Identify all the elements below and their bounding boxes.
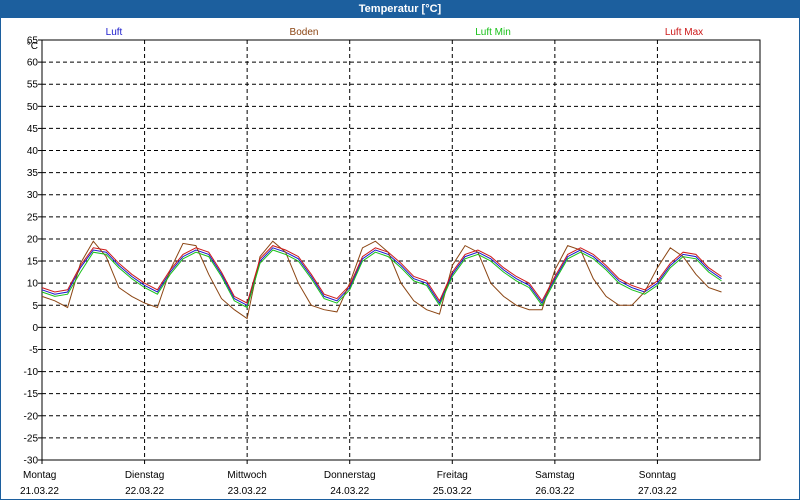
y-tick-label: 15 [27, 257, 39, 268]
y-tick-label: 0 [32, 323, 38, 334]
y-tick-label: -25 [24, 433, 39, 444]
x-tick-day: Freitag [437, 470, 468, 481]
x-tick-date: 24.03.22 [330, 486, 369, 497]
y-tick-label: 30 [27, 190, 39, 201]
x-tick-date: 21.03.22 [20, 486, 59, 497]
legend: Luft Boden Luft Min Luft Max [106, 27, 704, 38]
y-tick-label: 60 [27, 58, 39, 69]
legend-entry: Luft Max [665, 27, 703, 38]
y-tick-label: -15 [24, 389, 39, 400]
x-tick-day: Donnerstag [324, 470, 376, 481]
chart-window: Temperatur [°C] Luft Boden Luft Min Luft Ma… [0, 0, 800, 500]
x-tick-date: 26.03.22 [535, 486, 574, 497]
axes [38, 39, 761, 464]
temperature-chart: Luft Boden Luft Min Luft Max 65605550454035… [20, 27, 761, 498]
y-tick-label: 40 [27, 146, 39, 157]
grid-lines [42, 39, 760, 460]
y-tick-label: 10 [27, 279, 39, 290]
y-tick-label: -10 [24, 367, 39, 378]
y-tick-label: -5 [29, 345, 38, 356]
y-axis-label: °C [27, 41, 38, 52]
y-tick-label: 45 [27, 124, 39, 135]
y-tick-label: 5 [32, 301, 38, 312]
series-boden [41, 240, 722, 320]
plot-border [41, 39, 761, 461]
y-tick-label: 20 [27, 234, 39, 245]
y-tick-label: -20 [24, 411, 39, 422]
x-tick-day: Dienstag [125, 470, 164, 481]
x-tick-day: Montag [23, 470, 56, 481]
series-layer [41, 240, 722, 320]
x-tick-day: Mittwoch [227, 470, 266, 481]
y-tick-label: 55 [27, 80, 39, 91]
y-tick-label: 50 [27, 102, 39, 113]
x-tick-date: 22.03.22 [125, 486, 164, 497]
legend-entry: Luft [106, 27, 123, 38]
tick-labels: 65605550454035302520151050-5-10-15-20-25… [20, 36, 677, 498]
y-tick-label: 35 [27, 168, 39, 179]
y-tick-label: 25 [27, 212, 39, 223]
x-tick-day: Sonntag [639, 470, 676, 481]
x-tick-date: 23.03.22 [228, 486, 267, 497]
x-tick-date: 27.03.22 [638, 486, 677, 497]
x-tick-date: 25.03.22 [433, 486, 472, 497]
legend-entry: Boden [290, 27, 319, 38]
y-tick-label: -30 [24, 456, 39, 467]
legend-entry: Luft Min [475, 27, 511, 38]
series-luft [41, 247, 722, 307]
x-tick-day: Samstag [535, 470, 574, 481]
